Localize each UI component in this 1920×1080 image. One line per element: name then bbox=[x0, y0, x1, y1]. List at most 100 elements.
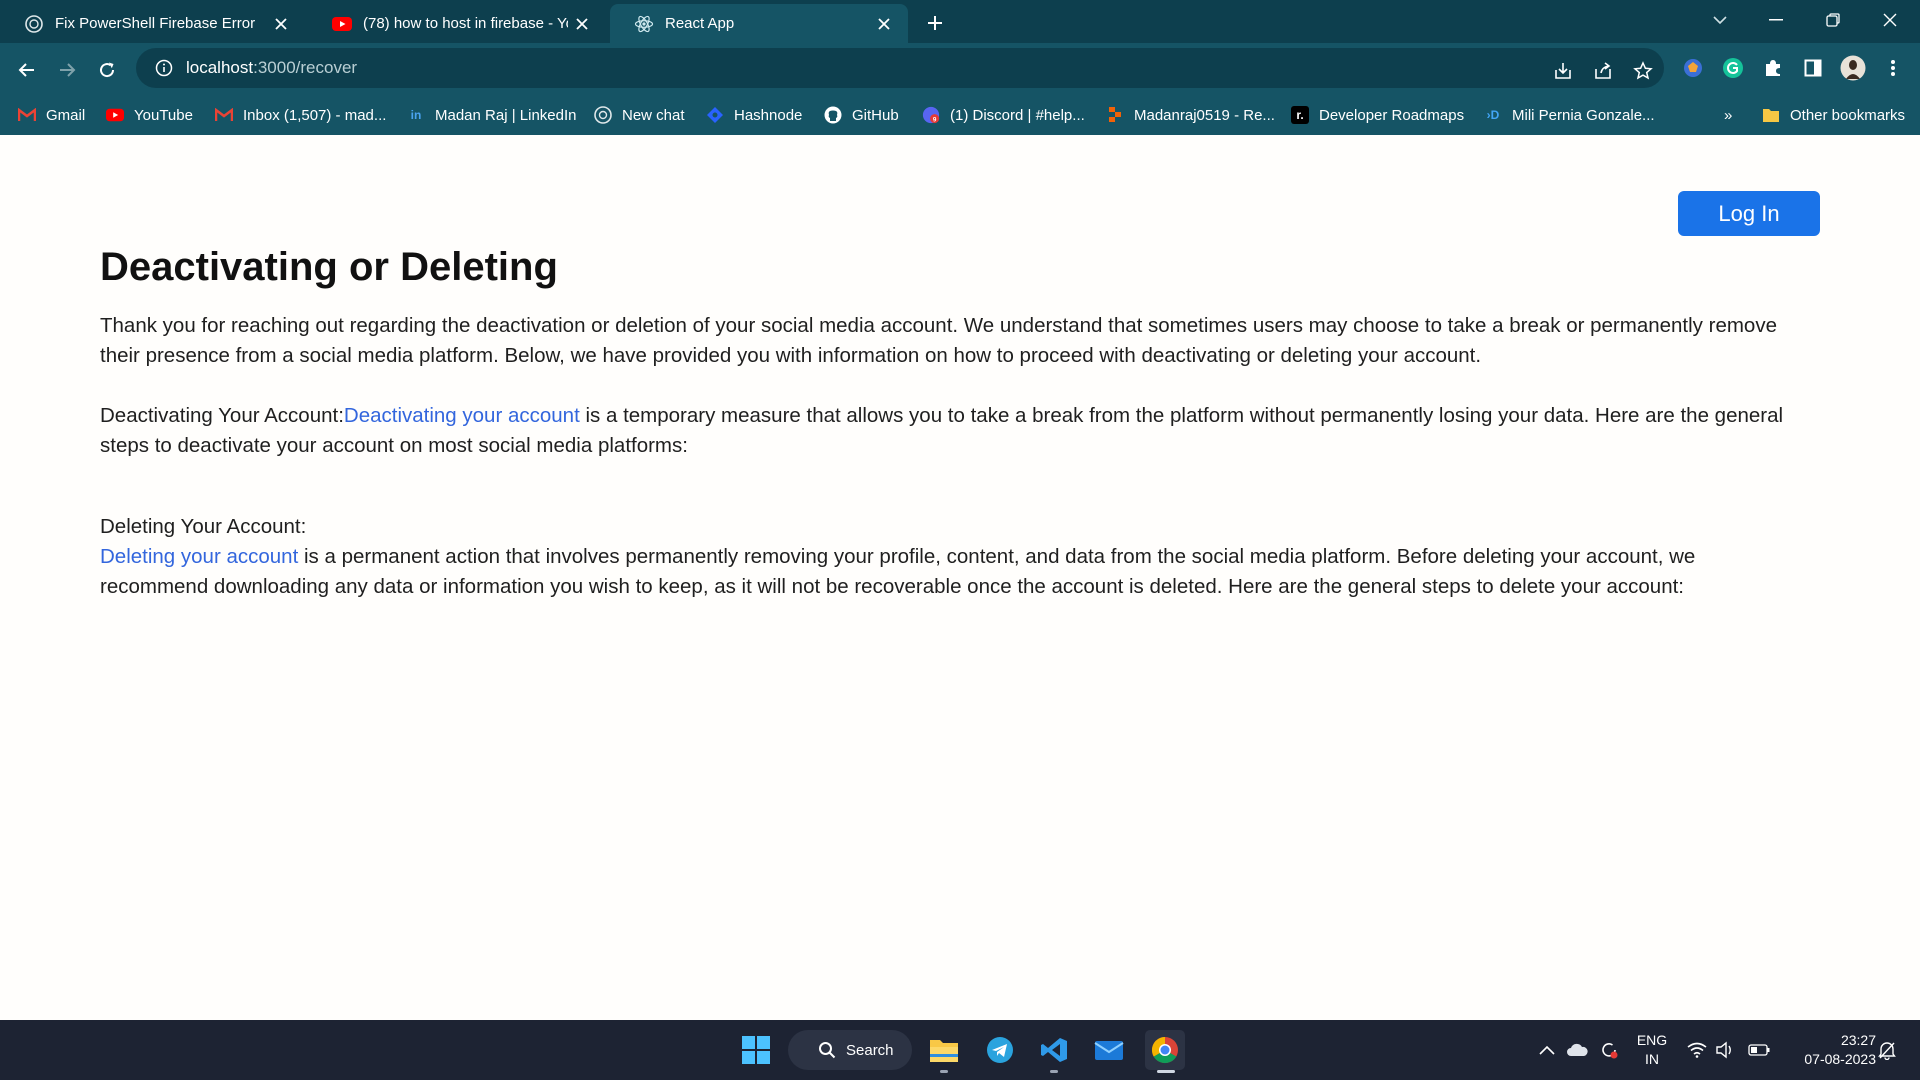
bookmark-label: GitHub bbox=[852, 106, 899, 124]
extensions-puzzle-icon[interactable] bbox=[1760, 55, 1786, 81]
github-icon bbox=[824, 106, 842, 124]
site-info-icon[interactable] bbox=[144, 48, 184, 88]
chrome-icon[interactable] bbox=[1145, 1030, 1185, 1070]
svg-text:9: 9 bbox=[933, 116, 937, 123]
new-tab-button[interactable] bbox=[918, 8, 952, 38]
bookmark-roadmaps[interactable]: r. Developer Roadmaps bbox=[1291, 103, 1464, 127]
plus-icon bbox=[928, 16, 942, 30]
clock[interactable]: 23:27 07-08-2023 bbox=[1782, 1031, 1876, 1069]
tab-title: React App bbox=[665, 15, 735, 32]
delete-heading: Deleting Your Account: bbox=[100, 515, 307, 538]
volume-icon[interactable] bbox=[1714, 1039, 1736, 1061]
language-indicator[interactable]: ENG IN bbox=[1630, 1031, 1674, 1069]
running-indicator bbox=[1050, 1070, 1058, 1073]
profile-avatar[interactable] bbox=[1840, 55, 1866, 81]
delete-link[interactable]: Deleting your account bbox=[100, 545, 298, 568]
delete-section: Deleting Your Account: Deleting your acc… bbox=[100, 512, 1800, 602]
install-app-icon[interactable] bbox=[1550, 58, 1576, 84]
dev-icon: ›D bbox=[1486, 108, 1500, 122]
url-text: localhost:3000/recover bbox=[186, 58, 357, 78]
running-indicator bbox=[940, 1070, 948, 1073]
bookmark-label: Inbox (1,507) - mad... bbox=[243, 106, 387, 124]
other-bookmarks[interactable]: Other bookmarks bbox=[1762, 103, 1905, 127]
sync-icon[interactable] bbox=[1598, 1039, 1620, 1061]
address-bar[interactable]: localhost:3000/recover bbox=[136, 48, 1664, 88]
reload-icon bbox=[100, 62, 115, 78]
grammarly-icon[interactable] bbox=[1720, 55, 1746, 81]
file-explorer-icon[interactable] bbox=[924, 1030, 964, 1070]
active-indicator bbox=[1157, 1070, 1175, 1073]
extension-shield-icon[interactable] bbox=[1680, 55, 1706, 81]
bookmark-label: Other bookmarks bbox=[1790, 106, 1906, 124]
bookmark-star-icon[interactable] bbox=[1630, 58, 1656, 84]
chatgpt-icon bbox=[24, 14, 44, 34]
page-title: Deactivating or Deleting bbox=[100, 245, 558, 289]
back-button[interactable] bbox=[10, 53, 44, 87]
clock-date: 07-08-2023 bbox=[1804, 1051, 1876, 1067]
bookmarks-overflow-button[interactable]: » bbox=[1724, 103, 1732, 127]
youtube-icon bbox=[106, 106, 124, 124]
bookmark-youtube[interactable]: YouTube bbox=[106, 103, 193, 127]
arrow-left-icon bbox=[18, 63, 34, 77]
intro-paragraph: Thank you for reaching out regarding the… bbox=[100, 314, 1777, 367]
windows-start-icon[interactable] bbox=[736, 1030, 776, 1070]
tab-react-app[interactable]: React App bbox=[610, 4, 908, 43]
login-button[interactable]: Log In bbox=[1678, 191, 1820, 236]
folder-icon bbox=[1762, 106, 1780, 124]
clock-time: 23:27 bbox=[1840, 1032, 1876, 1048]
arrow-right-icon bbox=[60, 63, 76, 77]
bookmark-gmail[interactable]: Gmail bbox=[18, 103, 85, 127]
tab-fix-powershell[interactable]: Fix PowerShell Firebase Error bbox=[0, 4, 305, 43]
chatgpt-icon bbox=[594, 106, 612, 124]
region-code: IN bbox=[1645, 1051, 1659, 1067]
minimize-icon bbox=[1769, 19, 1783, 21]
bookmark-replit[interactable]: Madanraj0519 - Re... bbox=[1106, 103, 1275, 127]
bookmark-label: Madan Raj | LinkedIn bbox=[435, 106, 577, 124]
bookmark-discord[interactable]: 9 (1) Discord | #help... bbox=[922, 103, 1085, 127]
taskbar-search[interactable]: Search bbox=[788, 1030, 912, 1070]
close-tab-icon[interactable] bbox=[267, 10, 295, 38]
bookmark-label: (1) Discord | #help... bbox=[950, 106, 1085, 124]
side-panel-icon[interactable] bbox=[1800, 55, 1826, 81]
windows-taskbar: Search ENG IN 23:27 07-08-2023 bbox=[0, 1020, 1920, 1080]
mail-icon[interactable] bbox=[1089, 1030, 1129, 1070]
url-host: localhost bbox=[186, 58, 254, 77]
close-window-button[interactable] bbox=[1862, 0, 1918, 40]
roadmap-icon: r. bbox=[1291, 106, 1309, 124]
notification-bell-icon[interactable] bbox=[1876, 1039, 1898, 1061]
reload-button[interactable] bbox=[90, 53, 124, 87]
bookmark-label: New chat bbox=[622, 106, 685, 124]
wifi-icon[interactable] bbox=[1686, 1039, 1708, 1061]
onedrive-icon[interactable] bbox=[1566, 1039, 1588, 1061]
share-icon[interactable] bbox=[1590, 58, 1616, 84]
forward-button[interactable] bbox=[50, 53, 84, 87]
replit-icon bbox=[1106, 106, 1124, 124]
close-tab-icon[interactable] bbox=[568, 10, 596, 38]
telegram-icon[interactable] bbox=[980, 1030, 1020, 1070]
battery-icon[interactable] bbox=[1748, 1039, 1770, 1061]
tab-search-button[interactable] bbox=[1692, 0, 1748, 40]
deactivate-heading: Deactivating Your Account: bbox=[100, 404, 344, 427]
menu-kebab-icon[interactable] bbox=[1880, 55, 1906, 81]
bookmark-mili-pernia[interactable]: ›D Mili Pernia Gonzale... bbox=[1484, 103, 1655, 127]
close-tab-icon[interactable] bbox=[870, 10, 898, 38]
bookmark-linkedin[interactable]: in Madan Raj | LinkedIn bbox=[407, 103, 577, 127]
restore-button[interactable] bbox=[1805, 0, 1861, 40]
bookmark-label: Developer Roadmaps bbox=[1319, 106, 1465, 124]
bookmark-new-chat[interactable]: New chat bbox=[594, 103, 685, 127]
browser-toolbar: localhost:3000/recover bbox=[0, 43, 1920, 95]
bookmark-inbox[interactable]: Inbox (1,507) - mad... bbox=[215, 103, 386, 127]
bookmark-label: Madanraj0519 - Re... bbox=[1134, 106, 1275, 124]
react-icon bbox=[634, 14, 654, 34]
deactivate-link[interactable]: Deactivating your account bbox=[344, 404, 580, 427]
chevron-up-icon[interactable] bbox=[1536, 1039, 1558, 1061]
tab-youtube-firebase[interactable]: (78) how to host in firebase - You bbox=[308, 4, 606, 43]
bookmark-github[interactable]: GitHub bbox=[824, 103, 899, 127]
minimize-button[interactable] bbox=[1748, 0, 1804, 40]
tab-title: (78) how to host in firebase - You bbox=[363, 15, 568, 32]
bookmark-hashnode[interactable]: Hashnode bbox=[706, 103, 802, 127]
close-icon bbox=[1883, 13, 1897, 27]
vscode-icon[interactable] bbox=[1034, 1030, 1074, 1070]
url-path: :3000/recover bbox=[253, 58, 358, 77]
bookmarks-bar: Gmail YouTube Inbox (1,507) - mad... in … bbox=[0, 95, 1920, 135]
